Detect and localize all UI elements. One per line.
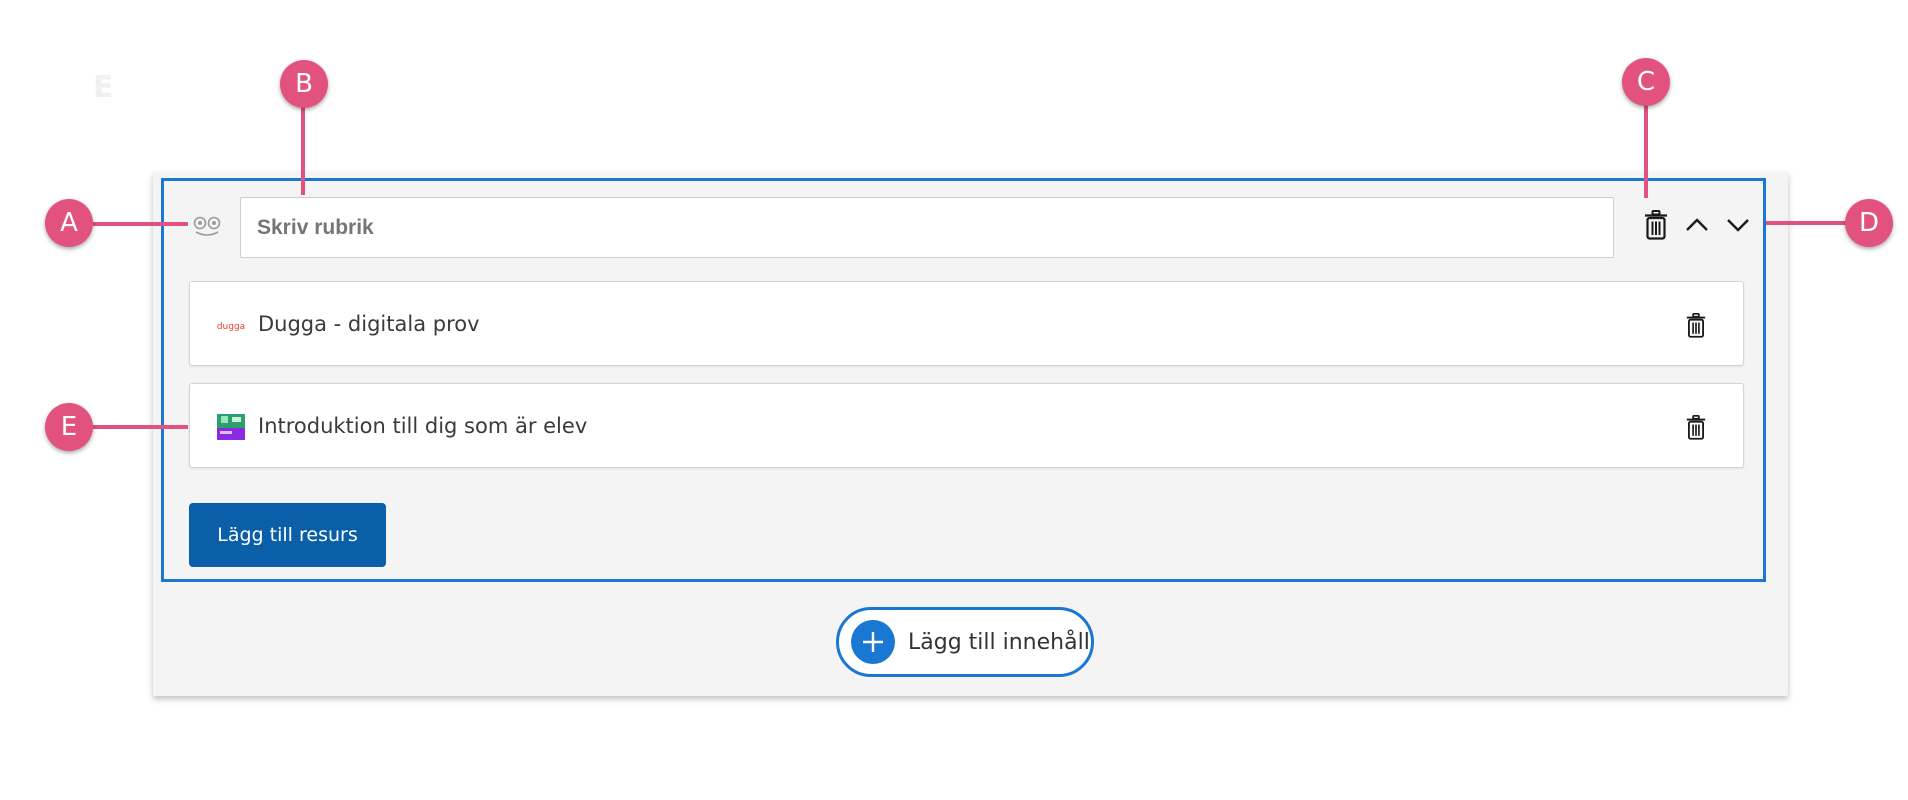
plus-icon bbox=[851, 620, 895, 664]
chevron-up-icon bbox=[1686, 218, 1708, 231]
callout-line-c bbox=[1644, 103, 1648, 198]
callout-c: C bbox=[1622, 58, 1670, 106]
course-thumbnail-icon bbox=[217, 414, 245, 440]
chevron-down-icon bbox=[1727, 219, 1749, 232]
delete-resource-button[interactable] bbox=[1679, 308, 1713, 342]
callout-b: B bbox=[280, 60, 328, 108]
resource-label: Dugga - digitala prov bbox=[258, 312, 480, 336]
callout-line-d bbox=[1766, 221, 1854, 225]
content-section: dugga Dugga - digitala prov Introduktion… bbox=[161, 178, 1766, 582]
delete-section-button[interactable] bbox=[1639, 208, 1673, 242]
callout-line-a bbox=[92, 222, 188, 226]
resource-label: Introduktion till dig som är elev bbox=[258, 414, 588, 438]
trash-icon bbox=[1686, 414, 1706, 440]
faded-marker-e: E bbox=[93, 70, 114, 105]
callout-line-b bbox=[301, 105, 305, 195]
add-content-button[interactable]: Lägg till innehåll bbox=[836, 607, 1094, 677]
move-up-button[interactable] bbox=[1680, 208, 1714, 242]
trash-icon bbox=[1686, 312, 1706, 338]
trash-icon bbox=[1645, 210, 1667, 240]
resource-item-introduktion[interactable]: Introduktion till dig som är elev bbox=[189, 383, 1744, 468]
add-resource-button[interactable]: Lägg till resurs bbox=[189, 503, 386, 567]
heading-input[interactable] bbox=[240, 197, 1614, 258]
delete-resource-button[interactable] bbox=[1679, 410, 1713, 444]
svg-text:dugga: dugga bbox=[217, 322, 245, 332]
move-down-button[interactable] bbox=[1721, 208, 1755, 242]
drag-handle-icon[interactable] bbox=[192, 215, 222, 237]
callout-line-e bbox=[92, 425, 188, 429]
callout-e: E bbox=[45, 403, 93, 451]
resource-item-dugga[interactable]: dugga Dugga - digitala prov bbox=[189, 281, 1744, 366]
callout-a: A bbox=[45, 199, 93, 247]
callout-d: D bbox=[1845, 199, 1893, 247]
dugga-logo-icon: dugga bbox=[217, 322, 245, 332]
add-content-label: Lägg till innehåll bbox=[908, 629, 1090, 655]
